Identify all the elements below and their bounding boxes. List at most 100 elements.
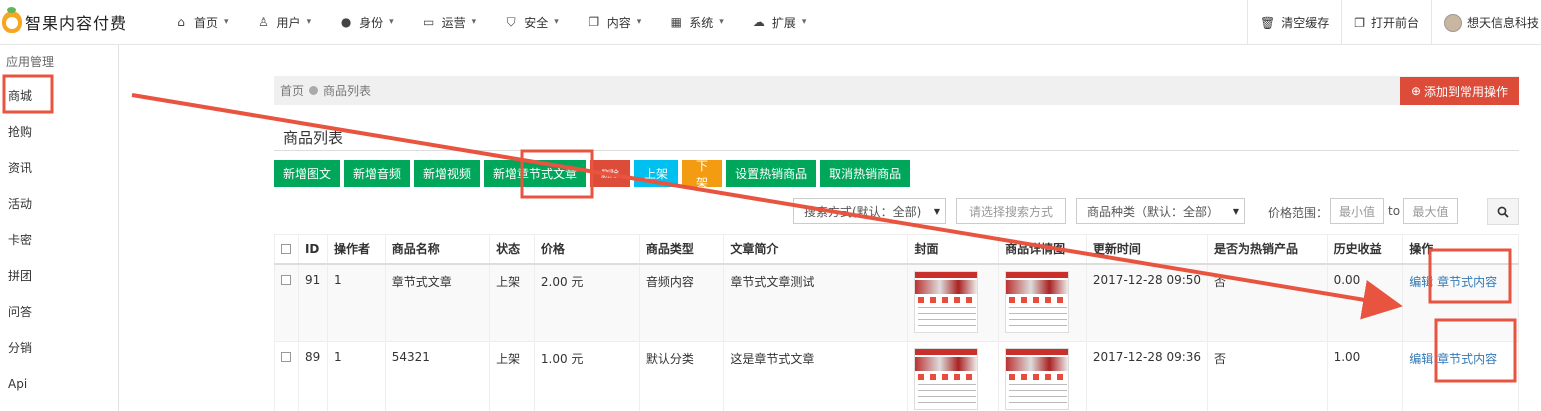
row-checkbox[interactable] [281,352,291,362]
column-header[interactable]: 历史收益 [1326,234,1404,265]
cell-price: 2.00 元 [533,263,640,342]
page-title: 商品列表 [283,129,344,147]
brand[interactable]: 智果内容付费 [0,7,150,34]
cell-cover [907,263,1000,342]
nav-system[interactable]: ▦ 系统 ▾ [655,0,738,45]
sidebar-item-qa[interactable]: 问答 [0,294,118,330]
top-right-tools: 🗑 清空缓存 ❐ 打开前台 想天信息科技 [1246,0,1541,45]
user-menu[interactable]: 想天信息科技 [1430,0,1541,45]
cell-name: 54321 [384,340,491,411]
clear-cache-button[interactable]: 🗑 清空缓存 [1246,0,1341,45]
off-shelf-button[interactable]: 下架 [682,159,723,190]
search-mode-value: 搜索方式(默认：全部) [804,204,922,219]
cell-intro: 这是章节式文章 [723,340,909,411]
new-chapter-article-button[interactable]: 新增章节式文章 [484,160,587,187]
edit-link[interactable]: 编辑 [1409,275,1433,289]
nav-content[interactable]: ❐ 内容 ▾ [573,0,656,45]
new-video-button[interactable]: 新增视频 [414,160,481,187]
cell-id: 89 [297,340,328,411]
chapter-content-link[interactable]: 章节式内容 [1437,352,1497,366]
sidebar-item-group-buy[interactable]: 拼团 [0,258,118,294]
breadcrumb: 首页 商品列表 [274,76,1519,105]
open-front-button[interactable]: ❐ 打开前台 [1341,0,1431,45]
cell-detail-image [998,263,1087,342]
search-input[interactable]: 请选择搜索方式 [956,198,1066,224]
cell-actions: 编辑 章节式内容 [1402,340,1519,411]
nav-label: 运营 [441,15,466,30]
top-bar: 智果内容付费 ⌂ 首页 ▾ ♙ 用户 ▾ ● 身份 ▾ ▭ 运营 ▾ ⛉ 安全 … [0,0,1541,45]
cover-thumbnail[interactable] [914,347,979,410]
set-hot-button[interactable]: 设置热销商品 [726,160,817,187]
nav-operation[interactable]: ▭ 运营 ▾ [408,0,491,45]
select-all-checkbox[interactable] [281,244,291,255]
column-header[interactable]: 操作者 [326,234,386,265]
copy-icon: ❐ [588,15,600,29]
column-header[interactable]: 商品详情图 [998,234,1087,265]
search-input-placeholder: 请选择搜索方式 [968,204,1053,219]
search-button[interactable] [1487,198,1519,225]
chevron-down-icon: ▾ [306,17,312,27]
nav-extend[interactable]: ☁ 扩展 ▾ [738,0,821,45]
delete-button[interactable]: 删除 [590,160,631,187]
filter-bar: 搜索方式(默认：全部) ▼ 请选择搜索方式 商品种类（默认：全部） ▼ 价格范围… [0,198,1541,225]
column-header[interactable]: 价格 [533,234,640,265]
product-table: ID 操作者 商品名称 状态 价格 商品类型 文章简介 封面 商品详情图 更新时… [274,234,1519,411]
sidebar-item-news[interactable]: 资讯 [0,150,118,186]
cancel-hot-button[interactable]: 取消热销商品 [820,160,911,187]
action-toolbar: 新增图文 新增音频 新增视频 新增章节式文章 删除 上架 下架 设置热销商品 取… [274,159,914,190]
cell-operator: 1 [326,340,386,411]
column-header[interactable]: 状态 [489,234,535,265]
nav-home[interactable]: ⌂ 首页 ▾ [160,0,243,45]
category-value: 商品种类（默认：全部） [1087,204,1220,219]
add-to-common-label: 添加到常用操作 [1424,84,1509,99]
sidebar-item-flash-sale[interactable]: 抢购 [0,114,118,150]
sidebar-item-distribution[interactable]: 分销 [0,330,118,366]
monitor-icon: ▭ [422,15,435,29]
cell-status: 上架 [489,340,535,411]
on-shelf-button[interactable]: 上架 [634,160,679,187]
user-icon: ♙ [258,15,269,29]
cell-id: 91 [297,263,328,342]
cell-hot: 否 [1207,263,1328,342]
cell-revenue: 1.00 [1326,340,1404,411]
edit-link[interactable]: 编辑 [1409,352,1433,366]
nav-label: 安全 [524,15,549,30]
nav-user[interactable]: ♙ 用户 ▾ [243,0,326,45]
column-header[interactable]: 商品类型 [638,234,725,265]
breadcrumb-current: 商品列表 [323,84,372,98]
caret-down-icon: ▼ [933,206,940,216]
max-price-placeholder: 最大值 [1412,204,1449,219]
min-price-input[interactable]: 最小值 [1330,198,1384,224]
chapter-content-link[interactable]: 章节式内容 [1437,275,1497,289]
column-header[interactable]: 是否为热销产品 [1207,234,1328,265]
shield-icon: ⛉ [506,15,516,29]
column-header[interactable]: 封面 [907,234,1000,265]
cover-thumbnail[interactable] [914,270,979,333]
nav-identity[interactable]: ● 身份 ▾ [325,0,408,45]
nav-label: 扩展 [771,15,796,30]
sidebar-item-mall[interactable]: 商城 [0,78,118,114]
nav-security[interactable]: ⛉ 安全 ▾ [490,0,573,45]
chevron-down-icon: ▾ [224,17,229,27]
new-article-button[interactable]: 新增图文 [274,160,341,187]
new-audio-button[interactable]: 新增音频 [344,160,411,187]
search-mode-select[interactable]: 搜索方式(默认：全部) ▼ [793,198,946,224]
breadcrumb-home[interactable]: 首页 [280,82,304,99]
column-header[interactable]: 文章简介 [723,234,909,265]
nav-label: 用户 [276,15,301,30]
detail-thumbnail[interactable] [1005,270,1070,333]
sidebar-item-api[interactable]: Api [0,366,118,402]
sidebar-item-card-code[interactable]: 卡密 [0,222,118,258]
category-select[interactable]: 商品种类（默认：全部） ▼ [1076,198,1245,224]
column-header[interactable]: 操作 [1402,234,1519,265]
column-header[interactable]: 更新时间 [1085,234,1209,265]
cloud-icon: ☁ [752,15,765,29]
column-header[interactable]: 商品名称 [384,234,491,265]
column-header[interactable]: ID [297,234,328,265]
row-checkbox[interactable] [281,275,291,285]
max-price-input[interactable]: 最大值 [1403,198,1458,224]
cell-hot: 否 [1207,340,1328,411]
windows-icon: ▦ [670,15,682,29]
add-to-common-button[interactable]: ⊕ 添加到常用操作 [1400,77,1519,105]
detail-thumbnail[interactable] [1005,347,1070,410]
